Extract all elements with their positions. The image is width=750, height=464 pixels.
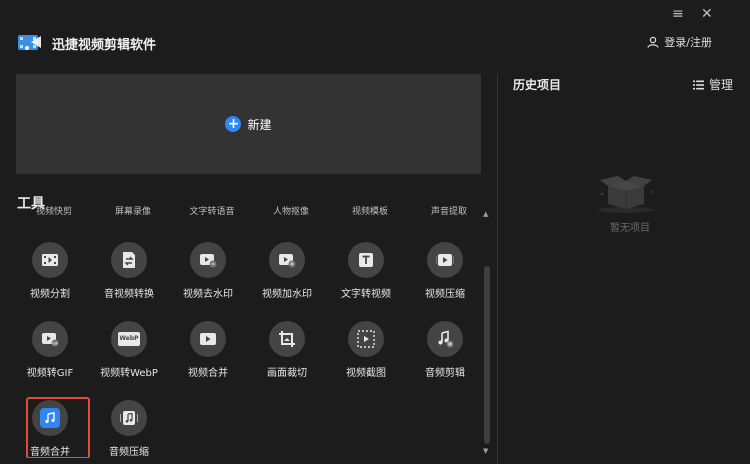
tool-crop[interactable]: 画面裁切 <box>248 321 326 391</box>
tool-label: 音视频转换 <box>104 289 154 300</box>
title-bar: ≡ ✕ 迅捷视频剪辑软件 登录/注册 <box>0 0 750 72</box>
tool-label: 音频剪辑 <box>425 368 465 379</box>
partial-tool-label[interactable]: 视频模板 <box>331 206 409 217</box>
selection-highlight <box>26 397 90 458</box>
empty-box-icon <box>598 176 654 213</box>
tool-av-convert[interactable]: 音视频转换 <box>90 242 168 312</box>
tool-audio-edit[interactable]: 音频剪辑 <box>406 321 478 391</box>
login-button[interactable]: 登录/注册 <box>647 34 712 50</box>
add-watermark-icon <box>269 242 305 278</box>
tool-text-to-video[interactable]: 文字转视频 <box>327 242 405 312</box>
tool-video-merge[interactable]: 视频合并 <box>169 321 247 391</box>
tool-label: 画面裁切 <box>267 368 307 379</box>
audio-compress-icon <box>111 400 147 436</box>
manage-label: 管理 <box>708 78 733 92</box>
scroll-down-icon[interactable]: ▼ <box>483 447 488 455</box>
new-project-label: 新建 <box>247 117 272 132</box>
crop-icon <box>269 321 305 357</box>
tools-grid: 视频快剪 屏幕录像 文字转语音 人物抠像 视频模板 声音提取 视频分割 音视频转… <box>16 206 478 458</box>
new-project-button[interactable]: + 新建 <box>16 74 481 174</box>
webp-badge: WebP <box>118 332 140 346</box>
tool-label: 文字转视频 <box>341 289 391 300</box>
menu-icon[interactable]: ≡ <box>672 6 684 22</box>
history-title: 历史项目 <box>513 78 562 92</box>
partial-tool-label[interactable]: 声音提取 <box>410 206 478 217</box>
audio-edit-icon <box>427 321 463 357</box>
tool-label: 视频加水印 <box>262 289 312 300</box>
partial-tool-row: 视频快剪 屏幕录像 文字转语音 人物抠像 视频模板 声音提取 <box>16 206 478 218</box>
tool-video-to-gif[interactable]: GIF 视频转GIF <box>16 321 89 391</box>
remove-watermark-icon <box>190 242 226 278</box>
video-to-gif-icon: GIF <box>32 321 68 357</box>
tool-remove-watermark[interactable]: 视频去水印 <box>169 242 247 312</box>
app-logo-icon <box>18 35 41 50</box>
partial-tool-label[interactable]: 文字转语音 <box>173 206 251 217</box>
tools-scrollbar[interactable]: ▲ ▼ <box>482 210 492 455</box>
plus-icon: + <box>225 116 242 132</box>
partial-tool-label[interactable]: 人物抠像 <box>252 206 330 217</box>
app-title: 迅捷视频剪辑软件 <box>52 38 157 53</box>
tool-video-split[interactable]: 视频分割 <box>16 242 89 312</box>
tool-label: 视频去水印 <box>183 289 233 300</box>
video-to-webp-icon: WebP <box>111 321 147 357</box>
video-compress-icon <box>427 242 463 278</box>
tool-video-screenshot[interactable]: 视频截图 <box>327 321 405 391</box>
tool-add-watermark[interactable]: 视频加水印 <box>248 242 326 312</box>
user-icon <box>647 36 659 48</box>
empty-state-text: 暂无项目 <box>610 223 650 234</box>
tool-label: 视频转WebP <box>100 368 158 379</box>
text-to-video-icon <box>348 242 384 278</box>
screenshot-icon <box>348 321 384 357</box>
tool-label: 视频分割 <box>30 289 70 300</box>
scrollbar-thumb[interactable] <box>484 266 490 444</box>
close-icon[interactable]: ✕ <box>701 6 713 22</box>
tool-video-compress[interactable]: 视频压缩 <box>406 242 478 312</box>
partial-tool-label[interactable]: 视频快剪 <box>16 206 93 217</box>
manage-button[interactable]: 管理 <box>692 76 733 93</box>
video-merge-icon <box>190 321 226 357</box>
tool-video-to-webp[interactable]: WebP 视频转WebP <box>90 321 168 391</box>
convert-icon <box>111 242 147 278</box>
partial-tool-label[interactable]: 屏幕录像 <box>94 206 172 217</box>
panel-divider <box>497 74 498 464</box>
scroll-up-icon[interactable]: ▲ <box>483 210 488 218</box>
list-icon <box>692 80 704 89</box>
film-split-icon <box>32 242 68 278</box>
tool-audio-compress[interactable]: 音频压缩 <box>90 400 168 458</box>
tool-label: 视频压缩 <box>425 289 465 300</box>
login-label: 登录/注册 <box>664 36 712 49</box>
tool-label: 视频合并 <box>188 368 228 379</box>
tool-label: 视频转GIF <box>26 368 74 379</box>
tool-label: 音频压缩 <box>109 447 149 458</box>
tool-label: 视频截图 <box>346 368 386 379</box>
svg-text:GIF: GIF <box>52 342 58 346</box>
